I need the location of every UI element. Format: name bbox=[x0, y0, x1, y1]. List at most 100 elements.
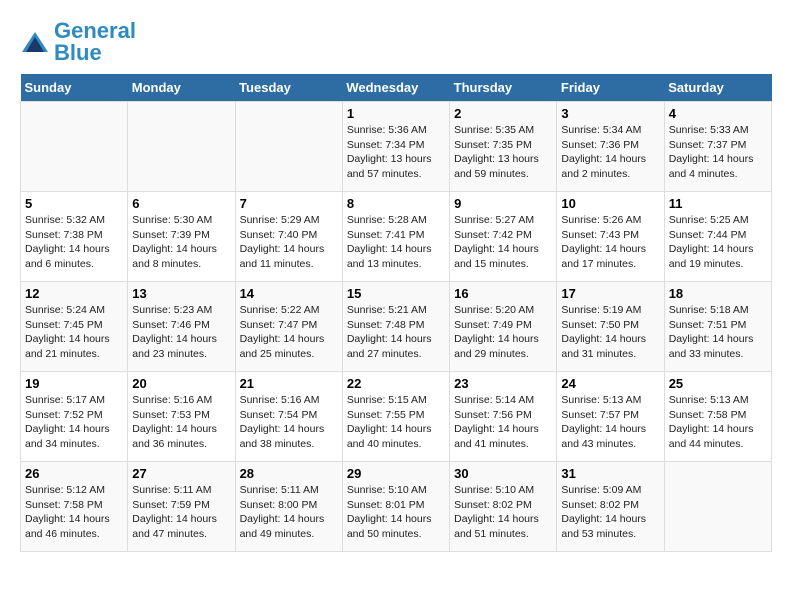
day-number: 23 bbox=[454, 376, 552, 391]
day-number: 4 bbox=[669, 106, 767, 121]
day-info: Sunrise: 5:35 AMSunset: 7:35 PMDaylight:… bbox=[454, 123, 552, 182]
day-info: Sunrise: 5:14 AMSunset: 7:56 PMDaylight:… bbox=[454, 393, 552, 452]
col-header-tuesday: Tuesday bbox=[235, 74, 342, 102]
day-number: 19 bbox=[25, 376, 123, 391]
day-number: 5 bbox=[25, 196, 123, 211]
day-number: 28 bbox=[240, 466, 338, 481]
col-header-friday: Friday bbox=[557, 74, 664, 102]
day-cell bbox=[21, 102, 128, 192]
day-cell: 8Sunrise: 5:28 AMSunset: 7:41 PMDaylight… bbox=[342, 192, 449, 282]
day-info: Sunrise: 5:12 AMSunset: 7:58 PMDaylight:… bbox=[25, 483, 123, 542]
day-number: 13 bbox=[132, 286, 230, 301]
day-info: Sunrise: 5:09 AMSunset: 8:02 PMDaylight:… bbox=[561, 483, 659, 542]
day-info: Sunrise: 5:19 AMSunset: 7:50 PMDaylight:… bbox=[561, 303, 659, 362]
day-number: 18 bbox=[669, 286, 767, 301]
day-info: Sunrise: 5:21 AMSunset: 7:48 PMDaylight:… bbox=[347, 303, 445, 362]
day-cell: 7 Sunrise: 5:29 AMSunset: 7:40 PMDaylight… bbox=[235, 192, 342, 282]
day-info: Sunrise: 5:30 AMSunset: 7:39 PMDaylight:… bbox=[132, 213, 230, 272]
week-row-5: 26 Sunrise: 5:12 AMSunset: 7:58 PMDayligh… bbox=[21, 462, 772, 552]
day-cell: 11 Sunrise: 5:25 AMSunset: 7:44 PMDayligh… bbox=[664, 192, 771, 282]
day-number: 8 bbox=[347, 196, 445, 211]
day-info: Sunrise: 5:16 AMSunset: 7:54 PMDaylight:… bbox=[240, 393, 338, 452]
logo-icon bbox=[20, 27, 50, 57]
day-cell bbox=[664, 462, 771, 552]
day-info: Sunrise: 5:20 AMSunset: 7:49 PMDaylight:… bbox=[454, 303, 552, 362]
day-cell: 13Sunrise: 5:23 AMSunset: 7:46 PMDayligh… bbox=[128, 282, 235, 372]
logo: General Blue bbox=[20, 20, 136, 64]
day-info: Sunrise: 5:36 AMSunset: 7:34 PMDaylight:… bbox=[347, 123, 445, 182]
day-cell: 26 Sunrise: 5:12 AMSunset: 7:58 PMDayligh… bbox=[21, 462, 128, 552]
week-row-3: 12 Sunrise: 5:24 AMSunset: 7:45 PMDayligh… bbox=[21, 282, 772, 372]
day-cell: 10Sunrise: 5:26 AMSunset: 7:43 PMDayligh… bbox=[557, 192, 664, 282]
day-info: Sunrise: 5:29 AMSunset: 7:40 PMDaylight:… bbox=[240, 213, 338, 272]
day-number: 16 bbox=[454, 286, 552, 301]
day-number: 11 bbox=[669, 196, 767, 211]
day-info: Sunrise: 5:33 AMSunset: 7:37 PMDaylight:… bbox=[669, 123, 767, 182]
day-cell: 1 Sunrise: 5:36 AMSunset: 7:34 PMDaylight… bbox=[342, 102, 449, 192]
day-cell bbox=[128, 102, 235, 192]
day-number: 30 bbox=[454, 466, 552, 481]
day-info: Sunrise: 5:17 AMSunset: 7:52 PMDaylight:… bbox=[25, 393, 123, 452]
day-number: 27 bbox=[132, 466, 230, 481]
day-cell: 28 Sunrise: 5:11 AMSunset: 8:00 PMDayligh… bbox=[235, 462, 342, 552]
day-cell: 6Sunrise: 5:30 AMSunset: 7:39 PMDaylight… bbox=[128, 192, 235, 282]
day-cell: 24 Sunrise: 5:13 AMSunset: 7:57 PMDayligh… bbox=[557, 372, 664, 462]
logo-text: General bbox=[54, 20, 136, 42]
day-number: 9 bbox=[454, 196, 552, 211]
calendar-table: SundayMondayTuesdayWednesdayThursdayFrid… bbox=[20, 74, 772, 552]
day-info: Sunrise: 5:34 AMSunset: 7:36 PMDaylight:… bbox=[561, 123, 659, 182]
day-cell: 21 Sunrise: 5:16 AMSunset: 7:54 PMDayligh… bbox=[235, 372, 342, 462]
day-info: Sunrise: 5:27 AMSunset: 7:42 PMDaylight:… bbox=[454, 213, 552, 272]
day-number: 26 bbox=[25, 466, 123, 481]
day-cell: 25Sunrise: 5:13 AMSunset: 7:58 PMDayligh… bbox=[664, 372, 771, 462]
day-number: 7 bbox=[240, 196, 338, 211]
day-cell: 4 Sunrise: 5:33 AMSunset: 7:37 PMDaylight… bbox=[664, 102, 771, 192]
day-number: 12 bbox=[25, 286, 123, 301]
day-cell: 29Sunrise: 5:10 AMSunset: 8:01 PMDayligh… bbox=[342, 462, 449, 552]
day-cell bbox=[235, 102, 342, 192]
col-header-thursday: Thursday bbox=[450, 74, 557, 102]
day-cell: 9 Sunrise: 5:27 AMSunset: 7:42 PMDaylight… bbox=[450, 192, 557, 282]
day-cell: 12 Sunrise: 5:24 AMSunset: 7:45 PMDayligh… bbox=[21, 282, 128, 372]
day-info: Sunrise: 5:25 AMSunset: 7:44 PMDaylight:… bbox=[669, 213, 767, 272]
col-header-wednesday: Wednesday bbox=[342, 74, 449, 102]
day-number: 17 bbox=[561, 286, 659, 301]
day-number: 31 bbox=[561, 466, 659, 481]
day-cell: 16 Sunrise: 5:20 AMSunset: 7:49 PMDayligh… bbox=[450, 282, 557, 372]
day-info: Sunrise: 5:26 AMSunset: 7:43 PMDaylight:… bbox=[561, 213, 659, 272]
day-info: Sunrise: 5:16 AMSunset: 7:53 PMDaylight:… bbox=[132, 393, 230, 452]
day-cell: 30Sunrise: 5:10 AMSunset: 8:02 PMDayligh… bbox=[450, 462, 557, 552]
logo-subtext: Blue bbox=[54, 42, 136, 64]
column-header-row: SundayMondayTuesdayWednesdayThursdayFrid… bbox=[21, 74, 772, 102]
day-info: Sunrise: 5:10 AMSunset: 8:01 PMDaylight:… bbox=[347, 483, 445, 542]
day-cell: 14 Sunrise: 5:22 AMSunset: 7:47 PMDayligh… bbox=[235, 282, 342, 372]
day-info: Sunrise: 5:32 AMSunset: 7:38 PMDaylight:… bbox=[25, 213, 123, 272]
day-number: 21 bbox=[240, 376, 338, 391]
day-info: Sunrise: 5:11 AMSunset: 7:59 PMDaylight:… bbox=[132, 483, 230, 542]
day-number: 1 bbox=[347, 106, 445, 121]
day-cell: 5 Sunrise: 5:32 AMSunset: 7:38 PMDaylight… bbox=[21, 192, 128, 282]
week-row-1: 1 Sunrise: 5:36 AMSunset: 7:34 PMDaylight… bbox=[21, 102, 772, 192]
day-info: Sunrise: 5:13 AMSunset: 7:57 PMDaylight:… bbox=[561, 393, 659, 452]
day-number: 20 bbox=[132, 376, 230, 391]
day-info: Sunrise: 5:24 AMSunset: 7:45 PMDaylight:… bbox=[25, 303, 123, 362]
day-cell: 15Sunrise: 5:21 AMSunset: 7:48 PMDayligh… bbox=[342, 282, 449, 372]
day-info: Sunrise: 5:15 AMSunset: 7:55 PMDaylight:… bbox=[347, 393, 445, 452]
col-header-monday: Monday bbox=[128, 74, 235, 102]
day-cell: 18Sunrise: 5:18 AMSunset: 7:51 PMDayligh… bbox=[664, 282, 771, 372]
page-header: General Blue bbox=[20, 20, 772, 64]
day-number: 25 bbox=[669, 376, 767, 391]
day-number: 14 bbox=[240, 286, 338, 301]
day-number: 2 bbox=[454, 106, 552, 121]
day-cell: 27 Sunrise: 5:11 AMSunset: 7:59 PMDayligh… bbox=[128, 462, 235, 552]
day-info: Sunrise: 5:11 AMSunset: 8:00 PMDaylight:… bbox=[240, 483, 338, 542]
calendar-body: 1 Sunrise: 5:36 AMSunset: 7:34 PMDaylight… bbox=[21, 102, 772, 552]
day-info: Sunrise: 5:22 AMSunset: 7:47 PMDaylight:… bbox=[240, 303, 338, 362]
week-row-4: 19 Sunrise: 5:17 AMSunset: 7:52 PMDayligh… bbox=[21, 372, 772, 462]
day-number: 3 bbox=[561, 106, 659, 121]
day-cell: 20 Sunrise: 5:16 AMSunset: 7:53 PMDayligh… bbox=[128, 372, 235, 462]
day-cell: 2 Sunrise: 5:35 AMSunset: 7:35 PMDaylight… bbox=[450, 102, 557, 192]
week-row-2: 5 Sunrise: 5:32 AMSunset: 7:38 PMDaylight… bbox=[21, 192, 772, 282]
day-cell: 22Sunrise: 5:15 AMSunset: 7:55 PMDayligh… bbox=[342, 372, 449, 462]
day-number: 24 bbox=[561, 376, 659, 391]
